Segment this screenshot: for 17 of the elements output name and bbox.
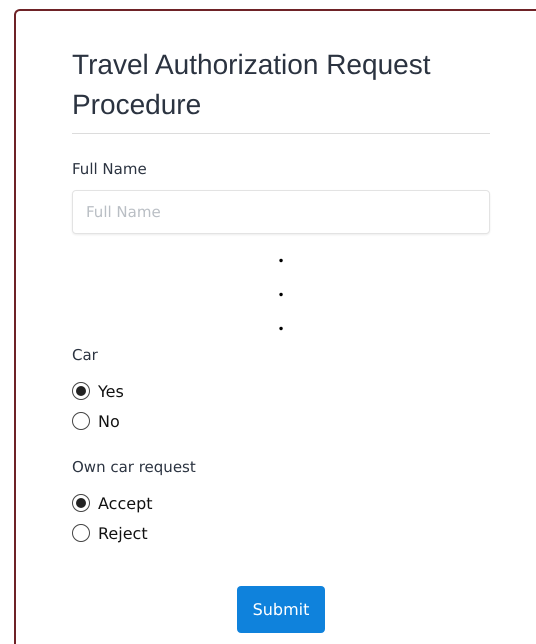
radio-button[interactable] (72, 382, 90, 400)
radio-label: Yes (98, 382, 124, 400)
group-label: Car (72, 346, 99, 364)
radio-button[interactable] (72, 412, 90, 430)
form-title: Travel Authorization Request Procedure (72, 45, 490, 134)
submit-button[interactable]: Submit (236, 586, 326, 633)
ellipsis-dot: • (277, 253, 285, 270)
ellipsis-dot: • (277, 287, 285, 304)
radio-button[interactable] (72, 524, 90, 542)
ellipsis-dot: • (277, 321, 285, 338)
full-name-input[interactable]: Full Name (72, 190, 490, 234)
group-label: Own car request (72, 458, 197, 476)
radio-label: No (98, 412, 120, 430)
radio-label: Accept (98, 494, 153, 512)
radio-label: Reject (98, 524, 148, 542)
field-label: Full Name (72, 160, 148, 178)
radio-button[interactable] (72, 494, 90, 512)
